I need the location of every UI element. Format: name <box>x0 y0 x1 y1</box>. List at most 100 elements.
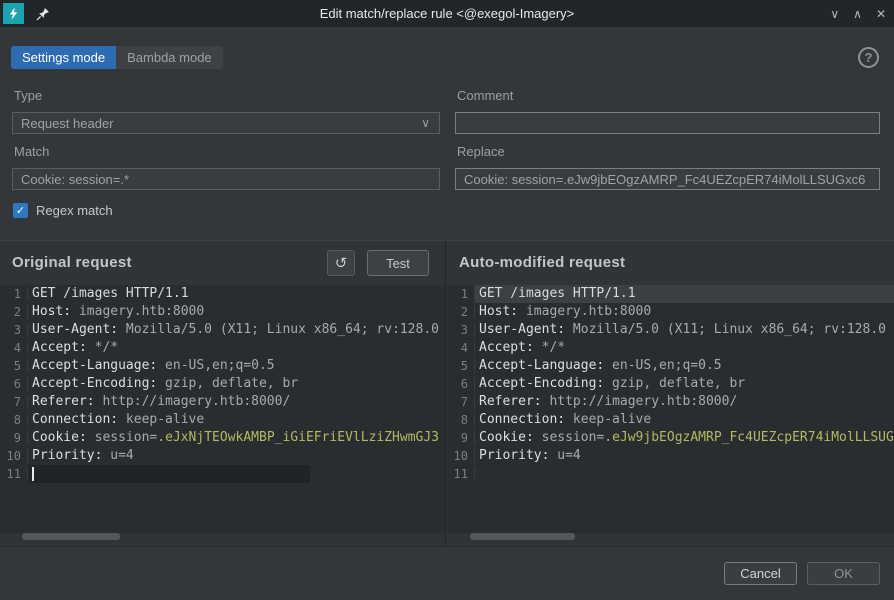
request-line[interactable]: 8Connection: keep-alive <box>447 411 894 429</box>
comment-label: Comment <box>457 88 513 103</box>
request-line[interactable]: 6Accept-Encoding: gzip, deflate, br <box>447 375 894 393</box>
line-number: 9 <box>0 431 28 445</box>
request-line[interactable]: 4Accept: */* <box>0 339 445 357</box>
line-number: 5 <box>447 359 475 373</box>
code-segment: Accept-Encoding: <box>479 376 604 391</box>
request-line[interactable]: 8Connection: keep-alive <box>0 411 445 429</box>
code-text: Host: imagery.htb:8000 <box>475 303 894 321</box>
code-text: Accept: */* <box>28 339 445 357</box>
match-input[interactable] <box>12 168 440 190</box>
modified-request-title: Auto-modified request <box>459 254 625 271</box>
comment-input[interactable] <box>455 112 880 134</box>
request-line[interactable]: 5Accept-Language: en-US,en;q=0.5 <box>447 357 894 375</box>
request-line[interactable]: 9Cookie: session=.eJxNjTEOwkAMBP_iGiEFri… <box>0 429 445 447</box>
code-segment: .eJw9jbEOgzAMRP_Fc4UEZcpER74iMolLLSUGxc6 <box>604 430 894 445</box>
code-text: Cookie: session=.eJxNjTEOwkAMBP_iGiEFriE… <box>28 429 445 447</box>
request-line[interactable]: 1 GET /images HTTP/1.1 <box>0 285 445 303</box>
refresh-button[interactable]: ↺ <box>327 250 355 276</box>
code-segment: u=4 <box>549 448 580 463</box>
tab-bambda-mode[interactable]: Bambda mode <box>116 46 223 69</box>
tab-settings-mode[interactable]: Settings mode <box>11 46 116 69</box>
type-label: Type <box>14 88 42 103</box>
code-segment: Mozilla/5.0 (X11; Linux x86_64; rv:128.0 <box>118 322 439 337</box>
code-segment: u=4 <box>102 448 133 463</box>
code-text: User-Agent: Mozilla/5.0 (X11; Linux x86_… <box>475 321 894 339</box>
modified-request-editor[interactable]: 1GET /images HTTP/1.12Host: imagery.htb:… <box>447 285 894 533</box>
code-segment: */* <box>87 340 118 355</box>
code-text: Referer: http://imagery.htb:8000/ <box>28 393 445 411</box>
request-line[interactable]: 5Accept-Language: en-US,en;q=0.5 <box>0 357 445 375</box>
code-segment: Priority: <box>479 448 549 463</box>
code-segment: Accept: <box>32 340 87 355</box>
code-segment: Accept-Encoding: <box>32 376 157 391</box>
request-line[interactable]: 1GET /images HTTP/1.1 <box>447 285 894 303</box>
cancel-button[interactable]: Cancel <box>724 562 797 585</box>
type-select[interactable]: Request header ∨ <box>12 112 440 134</box>
line-number: 11 <box>447 467 475 481</box>
code-text: User-Agent: Mozilla/5.0 (X11; Linux x86_… <box>28 321 445 339</box>
original-request-title: Original request <box>12 254 132 271</box>
ok-button[interactable]: OK <box>807 562 880 585</box>
line-number: 2 <box>0 305 28 319</box>
titlebar: Edit match/replace rule <@exegol-Imagery… <box>0 0 894 27</box>
line-number: 10 <box>0 449 28 463</box>
request-line[interactable]: 11 <box>0 465 445 483</box>
code-text: GET /images HTTP/1.1 <box>475 285 894 303</box>
replace-input[interactable] <box>455 168 880 190</box>
horizontal-scrollbar-thumb[interactable] <box>470 533 575 540</box>
code-text: Accept: */* <box>475 339 894 357</box>
code-text: Accept-Encoding: gzip, deflate, br <box>475 375 894 393</box>
line-number: 10 <box>447 449 475 463</box>
request-line[interactable]: 4Accept: */* <box>447 339 894 357</box>
request-line[interactable]: 3User-Agent: Mozilla/5.0 (X11; Linux x86… <box>0 321 445 339</box>
code-text: Priority: u=4 <box>475 447 894 465</box>
code-segment: session= <box>534 430 604 445</box>
regex-match-label: Regex match <box>36 203 113 218</box>
line-number: 3 <box>0 323 28 337</box>
line-number: 8 <box>0 413 28 427</box>
code-text: Host: imagery.htb:8000 <box>28 303 445 321</box>
line-number: 7 <box>447 395 475 409</box>
code-segment: */* <box>534 340 565 355</box>
request-line[interactable]: 2Host: imagery.htb:8000 <box>0 303 445 321</box>
window-controls: ∨ ∧ ✕ <box>830 0 886 27</box>
code-segment: Accept: <box>479 340 534 355</box>
line-number: 1 <box>0 287 28 301</box>
request-line[interactable]: 10Priority: u=4 <box>447 447 894 465</box>
code-text: Accept-Language: en-US,en;q=0.5 <box>475 357 894 375</box>
request-line[interactable]: 3User-Agent: Mozilla/5.0 (X11; Linux x86… <box>447 321 894 339</box>
shade-window-icon[interactable]: ∨ <box>830 8 839 20</box>
code-segment: Referer: <box>32 394 95 409</box>
line-number: 9 <box>447 431 475 445</box>
maximize-window-icon[interactable]: ∧ <box>853 8 862 20</box>
request-line[interactable]: 10Priority: u=4 <box>0 447 445 465</box>
regex-match-checkbox[interactable]: ✓ <box>13 203 28 218</box>
line-number: 4 <box>447 341 475 355</box>
horizontal-scrollbar-thumb[interactable] <box>22 533 120 540</box>
close-window-icon[interactable]: ✕ <box>876 8 886 20</box>
code-segment: en-US,en;q=0.5 <box>604 358 721 373</box>
code-segment: session= <box>87 430 157 445</box>
original-request-editor[interactable]: 1 GET /images HTTP/1.1 2Host: imagery.htb:… <box>0 285 445 533</box>
request-line[interactable]: 7Referer: http://imagery.htb:8000/ <box>447 393 894 411</box>
code-segment: GET /images HTTP/1.1 <box>32 286 189 301</box>
code-segment: gzip, deflate, br <box>157 376 298 391</box>
code-segment: keep-alive <box>118 412 204 427</box>
request-line[interactable]: 6Accept-Encoding: gzip, deflate, br <box>0 375 445 393</box>
code-segment: keep-alive <box>565 412 651 427</box>
request-line[interactable]: 7Referer: http://imagery.htb:8000/ <box>0 393 445 411</box>
code-segment: Cookie: <box>32 430 87 445</box>
dialog-footer: Cancel OK <box>0 546 894 600</box>
help-icon[interactable]: ? <box>858 47 879 68</box>
request-line[interactable]: 9 Cookie: session=.eJw9jbEOgzAMRP_Fc4UEZc… <box>447 429 894 447</box>
code-segment: Accept-Language: <box>479 358 604 373</box>
original-request-panel: Original request ↺ Test 1 GET /images HTT… <box>0 241 446 547</box>
dialog-title: Edit match/replace rule <@exegol-Imagery… <box>0 6 894 21</box>
code-segment: Cookie: <box>479 430 534 445</box>
code-text: Connection: keep-alive <box>28 411 445 429</box>
code-segment: imagery.htb:8000 <box>518 304 651 319</box>
request-line[interactable]: 11 <box>447 465 894 483</box>
code-text: Accept-Encoding: gzip, deflate, br <box>28 375 445 393</box>
request-line[interactable]: 2Host: imagery.htb:8000 <box>447 303 894 321</box>
test-button[interactable]: Test <box>367 250 429 276</box>
